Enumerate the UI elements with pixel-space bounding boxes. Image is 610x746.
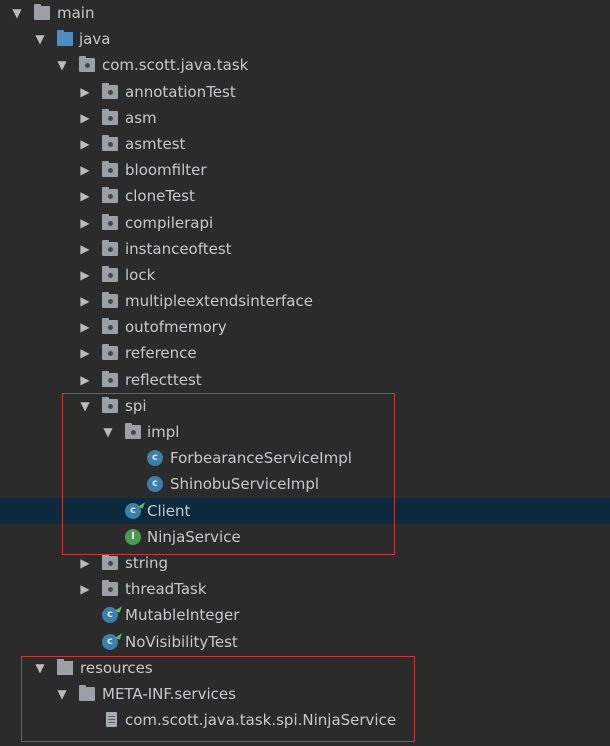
package-icon <box>102 265 118 282</box>
package-icon <box>102 580 118 597</box>
expand-arrow-icon[interactable]: ▼ <box>55 52 69 78</box>
tree-node-label: multipleextendsinterface <box>125 292 313 311</box>
tree-node-main[interactable]: ▼ main <box>0 0 610 26</box>
runnable-class-icon: c <box>102 607 118 624</box>
tree-node-package-root[interactable]: ▼ com.scott.java.task <box>0 52 610 78</box>
package-icon <box>102 82 118 99</box>
tree-node-annotationtest[interactable]: ▶ annotationTest <box>0 79 610 105</box>
collapse-arrow-icon[interactable]: ▶ <box>78 288 92 314</box>
folder-icon <box>34 4 50 20</box>
package-icon <box>102 344 118 361</box>
collapse-arrow-icon[interactable]: ▶ <box>78 262 92 288</box>
collapse-arrow-icon[interactable]: ▶ <box>78 183 92 209</box>
package-icon <box>102 553 118 570</box>
tree-node-clonetest[interactable]: ▶ cloneTest <box>0 183 610 209</box>
tree-node-reference[interactable]: ▶ reference <box>0 340 610 366</box>
tree-node-label: reference <box>125 344 197 363</box>
collapse-arrow-icon[interactable]: ▶ <box>78 576 92 602</box>
collapse-arrow-icon[interactable]: ▶ <box>78 105 92 131</box>
tree-node-label: asmtest <box>125 134 186 153</box>
collapse-arrow-icon[interactable]: ▶ <box>78 210 92 236</box>
tree-node-label: asm <box>125 108 157 127</box>
package-icon <box>102 108 118 125</box>
tree-node-novisibilitytest[interactable]: c NoVisibilityTest <box>0 629 610 655</box>
tree-node-label: reflecttest <box>125 370 202 389</box>
tree-node-java[interactable]: ▼ java <box>0 26 610 52</box>
package-icon <box>102 318 118 335</box>
collapse-arrow-icon[interactable]: ▶ <box>78 340 92 366</box>
tree-node-label: lock <box>125 265 156 284</box>
tree-node-multipleextendsinterface[interactable]: ▶ multipleextendsinterface <box>0 288 610 314</box>
tree-node-reflecttest[interactable]: ▶ reflecttest <box>0 367 610 393</box>
tree-node-label: outofmemory <box>125 318 227 337</box>
source-folder-icon <box>57 30 73 47</box>
tree-node-label: main <box>57 4 95 22</box>
package-icon <box>79 56 95 73</box>
package-icon <box>102 134 118 151</box>
package-icon <box>102 213 118 230</box>
collapse-arrow-icon[interactable]: ▶ <box>78 236 92 262</box>
tree-node-label: MutableInteger <box>125 606 240 625</box>
tree-node-label: java <box>79 30 111 49</box>
tree-node-label: compilerapi <box>125 213 214 232</box>
tree-node-asmtest[interactable]: ▶ asmtest <box>0 131 610 157</box>
tree-node-outofmemory[interactable]: ▶ outofmemory <box>0 314 610 340</box>
tree-node-label: NoVisibilityTest <box>125 632 238 651</box>
tree-node-threadtask[interactable]: ▶ threadTask <box>0 576 610 602</box>
tree-node-label: threadTask <box>125 580 207 599</box>
package-icon <box>102 239 118 256</box>
runnable-class-icon: c <box>102 633 118 650</box>
collapse-arrow-icon[interactable]: ▶ <box>78 314 92 340</box>
expand-arrow-icon[interactable]: ▼ <box>33 26 47 52</box>
highlight-box-spi <box>62 393 395 555</box>
tree-node-label: com.scott.java.task <box>102 56 249 75</box>
package-icon <box>102 161 118 178</box>
expand-arrow-icon[interactable]: ▼ <box>10 0 24 26</box>
tree-node-mutableinteger[interactable]: c MutableInteger <box>0 602 610 628</box>
tree-node-label: instanceoftest <box>125 239 232 258</box>
tree-node-label: bloomfilter <box>125 161 207 180</box>
tree-node-asm[interactable]: ▶ asm <box>0 105 610 131</box>
tree-node-instanceoftest[interactable]: ▶ instanceoftest <box>0 236 610 262</box>
tree-node-lock[interactable]: ▶ lock <box>0 262 610 288</box>
collapse-arrow-icon[interactable]: ▶ <box>78 131 92 157</box>
project-tree: ▼ main ▼ java ▼ com.scott.java.task ▶ an… <box>0 0 610 733</box>
tree-node-label: cloneTest <box>125 187 195 206</box>
collapse-arrow-icon[interactable]: ▶ <box>78 157 92 183</box>
tree-node-label: annotationTest <box>125 82 236 101</box>
collapse-arrow-icon[interactable]: ▶ <box>78 79 92 105</box>
tree-node-bloomfilter[interactable]: ▶ bloomfilter <box>0 157 610 183</box>
highlight-box-resources <box>21 656 415 742</box>
collapse-arrow-icon[interactable]: ▶ <box>78 367 92 393</box>
tree-node-compilerapi[interactable]: ▶ compilerapi <box>0 210 610 236</box>
package-icon <box>102 187 118 204</box>
package-icon <box>102 292 118 309</box>
package-icon <box>102 370 118 387</box>
